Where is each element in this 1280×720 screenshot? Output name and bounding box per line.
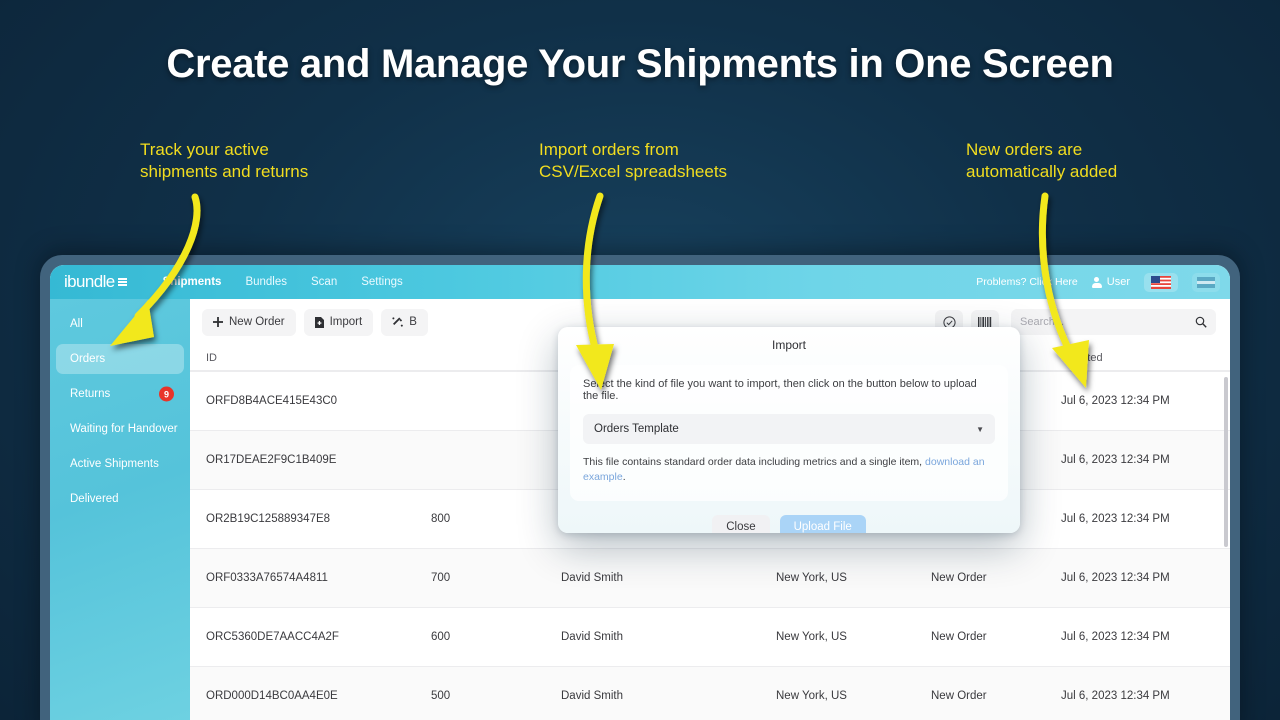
import-label: Import bbox=[329, 316, 363, 328]
cell-name: David Smith bbox=[561, 690, 623, 702]
nav-link-settings[interactable]: Settings bbox=[361, 276, 403, 288]
nav-link-shipments[interactable]: Shipments bbox=[163, 276, 222, 288]
sidebar-item-returns[interactable]: Returns 9 bbox=[56, 379, 184, 409]
callout-new-orders: New orders are automatically added bbox=[966, 140, 1118, 181]
modal-actions: Close Upload File bbox=[558, 515, 1020, 533]
search-box[interactable] bbox=[1011, 309, 1216, 335]
modal-description: Select the kind of file you want to impo… bbox=[583, 378, 977, 402]
bundle-button[interactable]: B bbox=[381, 308, 428, 336]
modal-note: This file contains standard order data i… bbox=[583, 455, 995, 485]
cell-location: New York, US bbox=[776, 690, 847, 702]
cell-updated: Jul 6, 2023 12:34 PM bbox=[1061, 513, 1170, 525]
cell-number: 700 bbox=[431, 572, 451, 584]
cell-number: 500 bbox=[431, 690, 451, 702]
sidebar-item-delivered[interactable]: Delivered bbox=[56, 484, 184, 514]
app-screen: ibundle Shipments Bundles Scan Settings … bbox=[50, 265, 1230, 720]
user-menu[interactable]: User bbox=[1091, 276, 1130, 288]
cell-status: New Order bbox=[931, 631, 987, 643]
app-body: All Orders Returns 9 Waiting for Handove… bbox=[50, 299, 1230, 720]
sidebar-label: Delivered bbox=[70, 493, 119, 505]
modal-note-tail: . bbox=[622, 471, 626, 483]
top-navigation-bar: ibundle Shipments Bundles Scan Settings … bbox=[50, 265, 1230, 299]
modal-note-text: This file contains standard order data i… bbox=[583, 456, 926, 468]
new-order-label: New Order bbox=[229, 316, 285, 328]
cell-number: 600 bbox=[431, 631, 451, 643]
import-modal: Import Select the kind of file you want … bbox=[558, 327, 1020, 533]
cell-location: New York, US bbox=[776, 572, 847, 584]
header-updated: Updated bbox=[1061, 351, 1103, 364]
help-link[interactable]: Problems? Click Here bbox=[976, 276, 1078, 288]
upload-file-button[interactable]: Upload File bbox=[779, 515, 866, 533]
bundle-label: B bbox=[409, 316, 417, 328]
modal-card: Select the kind of file you want to impo… bbox=[570, 365, 1008, 501]
new-order-button[interactable]: New Order bbox=[202, 308, 296, 336]
flag-glyph bbox=[1197, 276, 1215, 288]
nav-link-bundles[interactable]: Bundles bbox=[245, 276, 287, 288]
cell-location: New York, US bbox=[776, 631, 847, 643]
cell-updated: Jul 6, 2023 12:34 PM bbox=[1061, 572, 1170, 584]
close-button[interactable]: Close bbox=[712, 515, 770, 533]
user-label: User bbox=[1106, 276, 1130, 288]
plus-icon bbox=[213, 317, 223, 327]
cell-id: OR2B19C125889347E8 bbox=[206, 513, 331, 525]
sidebar-item-all[interactable]: All bbox=[56, 309, 184, 339]
search-icon[interactable] bbox=[1195, 316, 1207, 328]
hamburger-mark-icon bbox=[117, 277, 127, 287]
app-logo[interactable]: ibundle bbox=[64, 272, 127, 292]
sidebar-label: Orders bbox=[70, 353, 106, 365]
header-id: ID bbox=[206, 351, 217, 364]
returns-badge: 9 bbox=[159, 386, 174, 402]
sidebar: All Orders Returns 9 Waiting for Handove… bbox=[50, 299, 190, 720]
callout-import-orders: Import orders from CSV/Excel spreadsheet… bbox=[539, 140, 728, 181]
nav-link-scan[interactable]: Scan bbox=[311, 276, 337, 288]
search-input[interactable] bbox=[1020, 316, 1195, 328]
logo-text: ibundle bbox=[64, 272, 115, 291]
us-flag-glyph bbox=[1151, 275, 1171, 289]
cell-number: 800 bbox=[431, 513, 451, 525]
table-scrollbar[interactable] bbox=[1224, 377, 1228, 547]
table-row[interactable]: ORD000D14BC0AA4E0E 500 David Smith New Y… bbox=[190, 666, 1230, 720]
cell-updated: Jul 6, 2023 12:34 PM bbox=[1061, 454, 1170, 466]
barcode-glyph bbox=[978, 316, 992, 328]
sidebar-item-active-shipments[interactable]: Active Shipments bbox=[56, 449, 184, 479]
sidebar-label: Active Shipments bbox=[70, 458, 159, 470]
nav-links: Shipments Bundles Scan Settings bbox=[163, 276, 403, 288]
cell-id: ORC5360DE7AACC4A2F bbox=[206, 631, 339, 643]
cell-id: ORD000D14BC0AA4E0E bbox=[206, 690, 338, 702]
table-row[interactable]: ORF0333A76574A4811 700 David Smith New Y… bbox=[190, 548, 1230, 607]
file-import-icon bbox=[314, 316, 324, 328]
page-title: Create and Manage Your Shipments in One … bbox=[166, 42, 1114, 86]
us-flag-icon[interactable] bbox=[1144, 272, 1178, 292]
device-frame: ibundle Shipments Bundles Scan Settings … bbox=[40, 255, 1240, 720]
cell-updated: Jul 6, 2023 12:34 PM bbox=[1061, 631, 1170, 643]
sidebar-label: Waiting for Handover bbox=[70, 423, 178, 435]
cell-name: David Smith bbox=[561, 631, 623, 643]
cell-id: ORFD8B4ACE415E43C0 bbox=[206, 395, 338, 407]
cell-id: ORF0333A76574A4811 bbox=[206, 572, 328, 584]
cell-id: OR17DEAE2F9C1B409E bbox=[206, 454, 337, 466]
file-type-value: Orders Template bbox=[594, 423, 679, 435]
sidebar-label: All bbox=[70, 318, 83, 330]
sidebar-item-orders[interactable]: Orders bbox=[56, 344, 184, 374]
cell-updated: Jul 6, 2023 12:34 PM bbox=[1061, 395, 1170, 407]
import-modal-overlay: Import Select the kind of file you want … bbox=[558, 327, 1020, 533]
sidebar-item-waiting-for-handover[interactable]: Waiting for Handover bbox=[56, 414, 184, 444]
import-button[interactable]: Import bbox=[303, 308, 374, 336]
magic-wand-icon bbox=[392, 316, 404, 327]
callout-track-shipments: Track your active shipments and returns bbox=[140, 140, 309, 181]
nav-right-group: Problems? Click Here User bbox=[976, 272, 1220, 292]
sidebar-label: Returns bbox=[70, 388, 111, 400]
table-row[interactable]: ORC5360DE7AACC4A2F 600 David Smith New Y… bbox=[190, 607, 1230, 666]
user-icon bbox=[1091, 276, 1102, 288]
modal-title: Import bbox=[771, 338, 806, 352]
content-panel: New Order Import B Search... ID Updated … bbox=[190, 299, 1230, 720]
chevron-down-icon: ▼ bbox=[976, 424, 984, 434]
file-type-select[interactable]: Orders Template ▼ bbox=[583, 414, 995, 444]
cell-status: New Order bbox=[931, 572, 987, 584]
cell-status: New Order bbox=[931, 690, 987, 702]
cell-name: David Smith bbox=[561, 572, 623, 584]
cell-updated: Jul 6, 2023 12:34 PM bbox=[1061, 690, 1170, 702]
secondary-flag-icon[interactable] bbox=[1192, 272, 1220, 292]
